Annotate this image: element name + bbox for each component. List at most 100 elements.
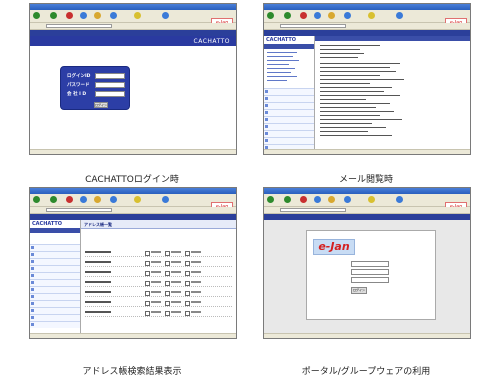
refresh-icon[interactable] <box>80 12 87 19</box>
table-row[interactable] <box>85 260 232 267</box>
forward-icon[interactable] <box>50 196 57 203</box>
favorites-icon[interactable] <box>134 12 141 19</box>
refresh-icon[interactable] <box>80 196 87 203</box>
folder-link[interactable] <box>267 52 297 53</box>
list-item[interactable] <box>30 293 80 300</box>
search-icon[interactable] <box>110 196 117 203</box>
list-item[interactable] <box>30 321 80 328</box>
login-button[interactable]: ログイン <box>94 102 108 108</box>
checkbox[interactable] <box>165 271 170 276</box>
history-icon[interactable] <box>162 12 169 19</box>
checkbox[interactable] <box>185 271 190 276</box>
list-item[interactable] <box>30 272 80 279</box>
back-icon[interactable] <box>33 12 40 19</box>
home-icon[interactable] <box>94 196 101 203</box>
checkbox[interactable] <box>165 311 170 316</box>
portal-group-select[interactable] <box>351 269 389 275</box>
stop-icon[interactable] <box>66 196 73 203</box>
portal-login-button[interactable]: ログイン <box>351 287 367 294</box>
back-icon[interactable] <box>267 196 274 203</box>
list-item[interactable] <box>30 307 80 314</box>
favorites-icon[interactable] <box>368 12 375 19</box>
list-item[interactable] <box>30 251 80 258</box>
list-item[interactable] <box>264 95 314 102</box>
list-item[interactable] <box>264 88 314 95</box>
home-icon[interactable] <box>328 196 335 203</box>
folder-link[interactable] <box>267 60 299 61</box>
refresh-icon[interactable] <box>314 196 321 203</box>
search-icon[interactable] <box>344 196 351 203</box>
checkbox[interactable] <box>185 291 190 296</box>
portal-user-input[interactable] <box>351 261 389 267</box>
back-icon[interactable] <box>33 196 40 203</box>
checkbox[interactable] <box>145 251 150 256</box>
list-item[interactable] <box>264 102 314 109</box>
list-item[interactable] <box>264 109 314 116</box>
checkbox[interactable] <box>185 281 190 286</box>
list-item[interactable] <box>30 314 80 321</box>
forward-icon[interactable] <box>284 12 291 19</box>
folder-link[interactable] <box>267 76 297 77</box>
checkbox[interactable] <box>145 311 150 316</box>
forward-icon[interactable] <box>50 12 57 19</box>
list-item[interactable] <box>264 116 314 123</box>
list-item[interactable] <box>30 279 80 286</box>
refresh-icon[interactable] <box>314 12 321 19</box>
checkbox[interactable] <box>145 291 150 296</box>
folder-link[interactable] <box>267 80 287 81</box>
checkbox[interactable] <box>185 251 190 256</box>
table-row[interactable] <box>85 250 232 257</box>
table-row[interactable] <box>85 300 232 307</box>
password-input[interactable] <box>95 82 125 88</box>
history-icon[interactable] <box>396 196 403 203</box>
list-item[interactable] <box>30 286 80 293</box>
folder-link[interactable] <box>267 56 293 57</box>
favorites-icon[interactable] <box>134 196 141 203</box>
search-icon[interactable] <box>110 12 117 19</box>
folder-link[interactable] <box>267 64 289 65</box>
url-input[interactable] <box>46 24 112 28</box>
checkbox[interactable] <box>145 281 150 286</box>
checkbox[interactable] <box>145 301 150 306</box>
back-icon[interactable] <box>267 12 274 19</box>
stop-icon[interactable] <box>300 196 307 203</box>
forward-icon[interactable] <box>284 196 291 203</box>
portal-password-input[interactable] <box>351 277 389 283</box>
checkbox[interactable] <box>165 261 170 266</box>
stop-icon[interactable] <box>66 12 73 19</box>
checkbox[interactable] <box>165 281 170 286</box>
home-icon[interactable] <box>94 12 101 19</box>
list-item[interactable] <box>30 244 80 251</box>
table-row[interactable] <box>85 280 232 287</box>
history-icon[interactable] <box>162 196 169 203</box>
list-item[interactable] <box>264 137 314 144</box>
folder-link[interactable] <box>267 68 295 69</box>
stop-icon[interactable] <box>300 12 307 19</box>
history-icon[interactable] <box>396 12 403 19</box>
table-row[interactable] <box>85 310 232 317</box>
search-icon[interactable] <box>344 12 351 19</box>
checkbox[interactable] <box>145 261 150 266</box>
favorites-icon[interactable] <box>368 196 375 203</box>
checkbox[interactable] <box>165 251 170 256</box>
url-input[interactable] <box>46 208 112 212</box>
list-item[interactable] <box>30 258 80 265</box>
table-row[interactable] <box>85 290 232 297</box>
list-item[interactable] <box>264 130 314 137</box>
checkbox[interactable] <box>145 271 150 276</box>
folder-link[interactable] <box>267 72 291 73</box>
checkbox[interactable] <box>165 301 170 306</box>
checkbox[interactable] <box>185 261 190 266</box>
list-item[interactable] <box>264 123 314 130</box>
company-id-input[interactable] <box>95 91 125 97</box>
login-id-input[interactable] <box>95 73 125 79</box>
url-input[interactable] <box>280 208 346 212</box>
list-item[interactable] <box>30 300 80 307</box>
checkbox[interactable] <box>165 291 170 296</box>
url-input[interactable] <box>280 24 346 28</box>
checkbox[interactable] <box>185 311 190 316</box>
list-item[interactable] <box>30 265 80 272</box>
checkbox[interactable] <box>185 301 190 306</box>
table-row[interactable] <box>85 270 232 277</box>
home-icon[interactable] <box>328 12 335 19</box>
